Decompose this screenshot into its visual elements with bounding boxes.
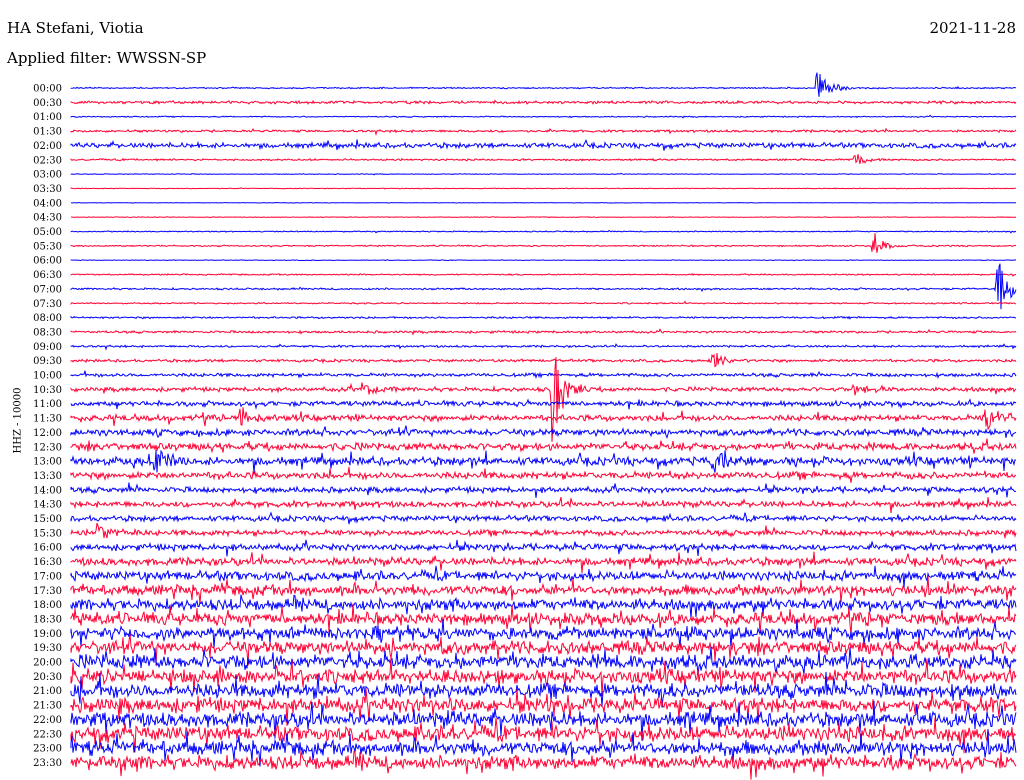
row-time-label: 09:30 — [33, 356, 62, 367]
trace-line — [70, 576, 1017, 604]
trace-line — [70, 407, 1017, 431]
row-time-label: 22:00 — [33, 715, 62, 726]
trace-line — [70, 172, 1017, 176]
trace-line — [70, 127, 1017, 136]
row-time-label: 03:00 — [33, 170, 62, 181]
row-time-label: 08:00 — [33, 313, 62, 324]
row-time-label: 07:00 — [33, 284, 62, 295]
row-time-label: 14:30 — [33, 500, 62, 511]
row-time-label: 00:00 — [33, 84, 62, 95]
trace-line — [70, 482, 1017, 498]
trace-line — [70, 99, 1017, 105]
trace-line — [70, 539, 1017, 557]
row-time-label: 01:00 — [33, 112, 62, 123]
trace-line — [70, 398, 1017, 410]
trace-line — [70, 343, 1017, 351]
trace-line — [70, 496, 1017, 513]
row-time-label: 23:00 — [33, 744, 62, 755]
row-time-label: 23:30 — [33, 758, 62, 769]
row-time-label: 01:30 — [33, 127, 62, 138]
row-time-label: 21:30 — [33, 701, 62, 712]
row-time-label: 19:30 — [33, 643, 62, 654]
trace-line — [70, 370, 1017, 380]
trace-line — [70, 750, 1017, 780]
trace-line — [70, 315, 1017, 320]
seismogram-plot: 00:00 00:30 01:00 01:30 02:00 02:30 03:00 03:30… — [33, 72, 1017, 780]
row-time-label: 20:00 — [33, 658, 62, 669]
row-time-label: 16:30 — [33, 557, 62, 568]
trace-line — [70, 717, 1017, 754]
row-time-label: 19:00 — [33, 629, 62, 640]
row-time-label: 11:30 — [33, 414, 62, 425]
row-time-label: 18:30 — [33, 614, 62, 625]
row-time-label: 11:00 — [33, 399, 62, 410]
trace-line — [70, 438, 1017, 454]
trace-line — [70, 357, 1017, 442]
trace-line — [70, 233, 1017, 253]
trace-line — [70, 72, 1017, 97]
trace-line — [70, 187, 1017, 190]
row-time-label: 04:30 — [33, 213, 62, 224]
row-time-label: 04:00 — [33, 198, 62, 209]
row-time-label: 02:30 — [33, 155, 62, 166]
row-time-label: 14:00 — [33, 485, 62, 496]
row-time-label: 15:30 — [33, 528, 62, 539]
row-time-label: 12:00 — [33, 428, 62, 439]
trace-line — [70, 522, 1017, 539]
trace-line — [70, 328, 1017, 336]
row-time-label: 13:30 — [33, 471, 62, 482]
row-time-label: 22:30 — [33, 729, 62, 740]
row-time-label: 00:30 — [33, 98, 62, 109]
row-time-label: 05:00 — [33, 227, 62, 238]
row-time-label: 13:00 — [33, 457, 62, 468]
row-time-label: 08:30 — [33, 327, 62, 338]
trace-line — [70, 449, 1017, 474]
trace-line — [70, 154, 1017, 165]
row-time-label: 17:30 — [33, 586, 62, 597]
row-time-label: 10:30 — [33, 385, 62, 396]
row-time-label: 10:00 — [33, 371, 62, 382]
row-time-label: 12:30 — [33, 442, 62, 453]
trace-line — [70, 353, 1017, 368]
row-time-label: 20:30 — [33, 672, 62, 683]
row-time-label: 16:00 — [33, 543, 62, 554]
trace-line — [70, 259, 1017, 262]
trace-line — [70, 114, 1017, 119]
row-time-label: 07:30 — [33, 299, 62, 310]
row-time-label: 15:00 — [33, 514, 62, 525]
trace-line — [70, 138, 1017, 151]
row-time-label: 09:00 — [33, 342, 62, 353]
row-time-label: 05:30 — [33, 241, 62, 252]
trace-line — [70, 594, 1017, 619]
row-time-label: 21:00 — [33, 686, 62, 697]
row-time-label: 18:00 — [33, 600, 62, 611]
row-time-label: 06:00 — [33, 256, 62, 267]
row-time-label: 17:00 — [33, 571, 62, 582]
trace-line — [70, 229, 1017, 234]
trace-line — [70, 273, 1017, 277]
row-time-label: 06:30 — [33, 270, 62, 281]
trace-line — [70, 511, 1017, 525]
row-time-label: 03:30 — [33, 184, 62, 195]
trace-line — [70, 216, 1017, 219]
trace-line — [70, 425, 1017, 440]
trace-line — [70, 201, 1017, 204]
trace-line — [70, 466, 1017, 483]
trace-line — [70, 263, 1017, 310]
row-time-label: 02:00 — [33, 141, 62, 152]
trace-line — [70, 300, 1017, 305]
